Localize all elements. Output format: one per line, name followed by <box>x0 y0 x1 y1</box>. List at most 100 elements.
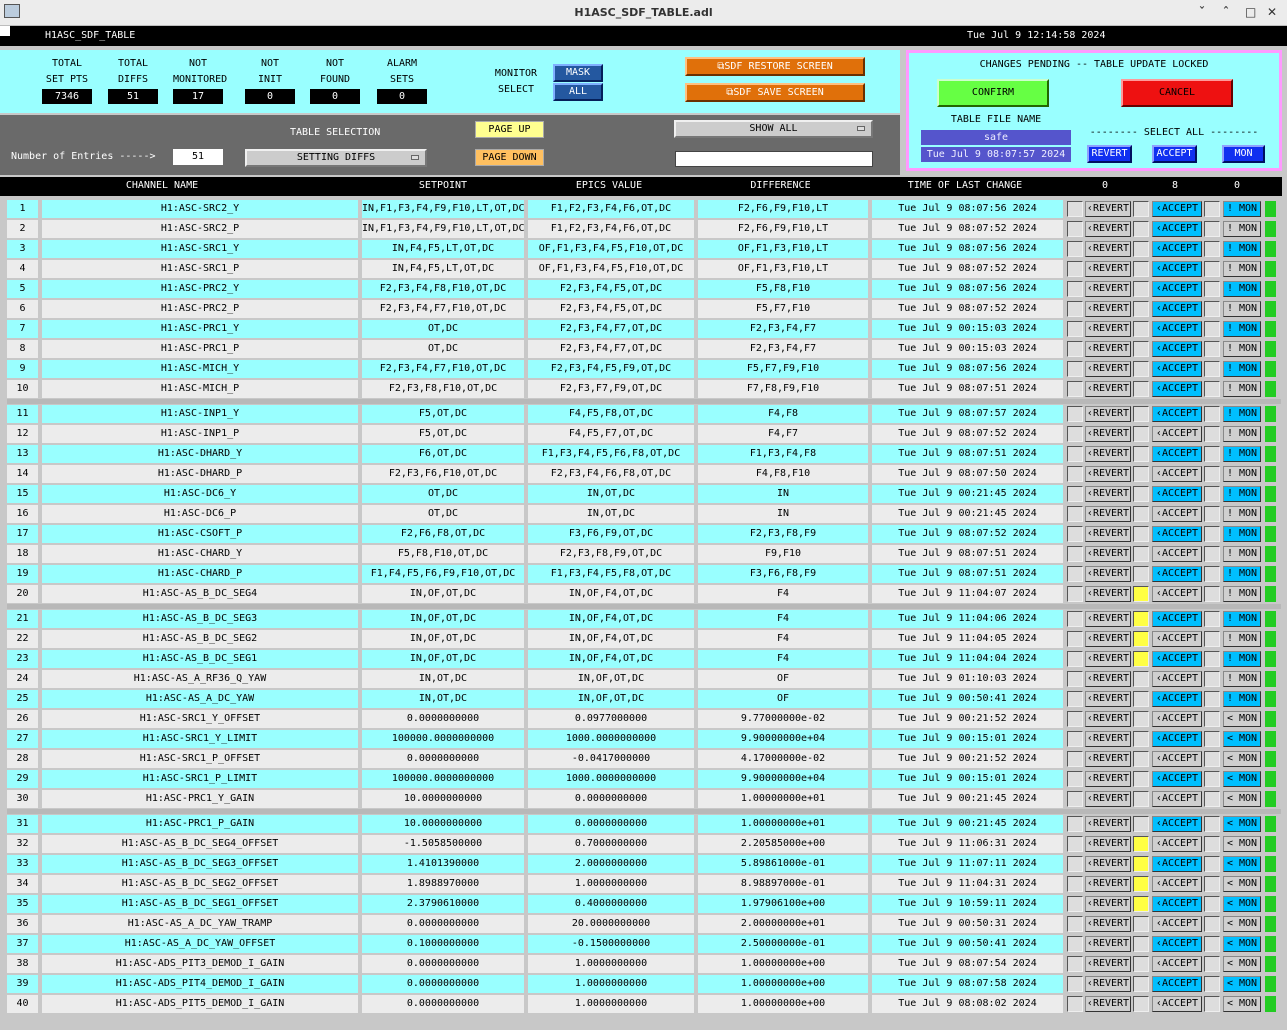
accept-button[interactable]: ‹ACCEPT <box>1152 361 1202 377</box>
accept-button[interactable]: ‹ACCEPT <box>1152 261 1202 277</box>
mon-checkbox[interactable] <box>1204 341 1220 357</box>
accept-checkbox[interactable] <box>1133 651 1149 667</box>
accept-checkbox[interactable] <box>1133 361 1149 377</box>
mon-checkbox[interactable] <box>1204 976 1220 992</box>
mon-checkbox[interactable] <box>1204 631 1220 647</box>
mon-button[interactable]: < MON <box>1223 816 1261 832</box>
accept-checkbox[interactable] <box>1133 466 1149 482</box>
revert-checkbox[interactable] <box>1067 651 1083 667</box>
mon-button[interactable]: ! MON <box>1223 466 1261 482</box>
mon-checkbox[interactable] <box>1204 241 1220 257</box>
revert-checkbox[interactable] <box>1067 731 1083 747</box>
accept-button[interactable]: ‹ACCEPT <box>1152 916 1202 932</box>
revert-checkbox[interactable] <box>1067 261 1083 277</box>
mon-checkbox[interactable] <box>1204 691 1220 707</box>
revert-checkbox[interactable] <box>1067 341 1083 357</box>
accept-checkbox[interactable] <box>1133 751 1149 767</box>
revert-button[interactable]: ‹REVERT <box>1085 281 1131 297</box>
revert-button[interactable]: ‹REVERT <box>1085 836 1131 852</box>
mon-button[interactable]: ! MON <box>1223 566 1261 582</box>
accept-checkbox[interactable] <box>1133 816 1149 832</box>
accept-button[interactable]: ‹ACCEPT <box>1152 896 1202 912</box>
accept-checkbox[interactable] <box>1133 691 1149 707</box>
mon-button[interactable]: ! MON <box>1223 381 1261 397</box>
accept-checkbox[interactable] <box>1133 201 1149 217</box>
revert-checkbox[interactable] <box>1067 976 1083 992</box>
mon-button[interactable]: ! MON <box>1223 611 1261 627</box>
accept-button[interactable]: ‹ACCEPT <box>1152 711 1202 727</box>
accept-button[interactable]: ‹ACCEPT <box>1152 281 1202 297</box>
revert-checkbox[interactable] <box>1067 221 1083 237</box>
mon-button[interactable]: < MON <box>1223 836 1261 852</box>
mon-button[interactable]: ! MON <box>1223 651 1261 667</box>
mask-button[interactable]: MASK <box>553 64 603 82</box>
mon-button[interactable]: < MON <box>1223 711 1261 727</box>
revert-checkbox[interactable] <box>1067 816 1083 832</box>
sdf-save-screen-button[interactable]: ⧉SDF SAVE SCREEN <box>685 83 865 102</box>
mon-checkbox[interactable] <box>1204 566 1220 582</box>
revert-button[interactable]: ‹REVERT <box>1085 241 1131 257</box>
revert-button[interactable]: ‹REVERT <box>1085 526 1131 542</box>
accept-checkbox[interactable] <box>1133 586 1149 602</box>
revert-button[interactable]: ‹REVERT <box>1085 751 1131 767</box>
revert-checkbox[interactable] <box>1067 691 1083 707</box>
accept-button[interactable]: ‹ACCEPT <box>1152 466 1202 482</box>
accept-button[interactable]: ‹ACCEPT <box>1152 731 1202 747</box>
mon-checkbox[interactable] <box>1204 426 1220 442</box>
cancel-button[interactable]: CANCEL <box>1121 79 1233 107</box>
revert-button[interactable]: ‹REVERT <box>1085 771 1131 787</box>
mon-button[interactable]: < MON <box>1223 876 1261 892</box>
mon-checkbox[interactable] <box>1204 751 1220 767</box>
revert-checkbox[interactable] <box>1067 586 1083 602</box>
revert-checkbox[interactable] <box>1067 611 1083 627</box>
accept-button[interactable]: ‹ACCEPT <box>1152 201 1202 217</box>
accept-checkbox[interactable] <box>1133 731 1149 747</box>
mon-checkbox[interactable] <box>1204 446 1220 462</box>
filter-input[interactable] <box>675 151 873 167</box>
revert-checkbox[interactable] <box>1067 996 1083 1012</box>
mon-button[interactable]: < MON <box>1223 996 1261 1012</box>
mon-button[interactable]: ! MON <box>1223 301 1261 317</box>
revert-button[interactable]: ‹REVERT <box>1085 341 1131 357</box>
revert-button[interactable]: ‹REVERT <box>1085 631 1131 647</box>
mon-button[interactable]: < MON <box>1223 956 1261 972</box>
mon-button[interactable]: ! MON <box>1223 241 1261 257</box>
mon-button[interactable]: < MON <box>1223 936 1261 952</box>
accept-button[interactable]: ‹ACCEPT <box>1152 936 1202 952</box>
mon-checkbox[interactable] <box>1204 956 1220 972</box>
accept-button[interactable]: ‹ACCEPT <box>1152 691 1202 707</box>
mon-checkbox[interactable] <box>1204 221 1220 237</box>
mon-checkbox[interactable] <box>1204 486 1220 502</box>
revert-checkbox[interactable] <box>1067 751 1083 767</box>
accept-button[interactable]: ‹ACCEPT <box>1152 586 1202 602</box>
revert-checkbox[interactable] <box>1067 406 1083 422</box>
revert-button[interactable]: ‹REVERT <box>1085 506 1131 522</box>
revert-button[interactable]: ‹REVERT <box>1085 321 1131 337</box>
accept-all-button[interactable]: ACCEPT <box>1152 145 1197 163</box>
revert-button[interactable]: ‹REVERT <box>1085 691 1131 707</box>
accept-checkbox[interactable] <box>1133 301 1149 317</box>
mon-checkbox[interactable] <box>1204 731 1220 747</box>
accept-button[interactable]: ‹ACCEPT <box>1152 791 1202 807</box>
mon-checkbox[interactable] <box>1204 381 1220 397</box>
revert-button[interactable]: ‹REVERT <box>1085 731 1131 747</box>
accept-button[interactable]: ‹ACCEPT <box>1152 771 1202 787</box>
revert-button[interactable]: ‹REVERT <box>1085 446 1131 462</box>
accept-button[interactable]: ‹ACCEPT <box>1152 836 1202 852</box>
revert-all-button[interactable]: REVERT <box>1087 145 1132 163</box>
mon-button[interactable]: ! MON <box>1223 586 1261 602</box>
revert-button[interactable]: ‹REVERT <box>1085 816 1131 832</box>
revert-checkbox[interactable] <box>1067 506 1083 522</box>
mon-button[interactable]: ! MON <box>1223 201 1261 217</box>
mon-checkbox[interactable] <box>1204 406 1220 422</box>
confirm-button[interactable]: CONFIRM <box>937 79 1049 107</box>
mon-button[interactable]: < MON <box>1223 791 1261 807</box>
mon-button[interactable]: < MON <box>1223 976 1261 992</box>
revert-button[interactable]: ‹REVERT <box>1085 856 1131 872</box>
revert-button[interactable]: ‹REVERT <box>1085 361 1131 377</box>
revert-checkbox[interactable] <box>1067 566 1083 582</box>
accept-checkbox[interactable] <box>1133 771 1149 787</box>
mon-checkbox[interactable] <box>1204 671 1220 687</box>
revert-button[interactable]: ‹REVERT <box>1085 201 1131 217</box>
accept-button[interactable]: ‹ACCEPT <box>1152 856 1202 872</box>
